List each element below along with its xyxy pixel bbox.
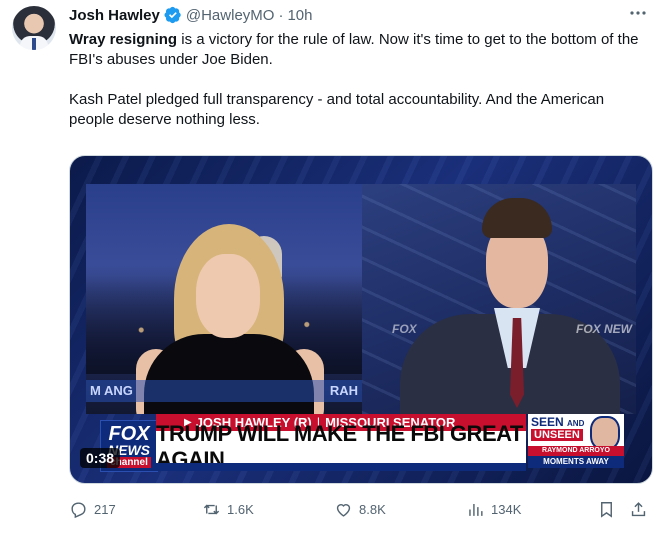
host-face xyxy=(196,254,260,338)
promo-seen-word: SEEN xyxy=(531,415,564,429)
tweet-bold-lead: Wray resigning xyxy=(69,31,178,48)
reply-icon xyxy=(71,501,86,518)
tweet-text: Wray resigning is a victory for the rule… xyxy=(69,30,649,130)
promo-seen: SEEN AND xyxy=(531,415,584,429)
news-chyron: FOX NEWS channel ▶ JOSH HAWLEY (R) | MIS… xyxy=(70,414,652,483)
host-dress xyxy=(144,334,314,414)
heart-icon xyxy=(336,503,351,517)
share-button[interactable] xyxy=(629,497,654,521)
tweet-paragraph-1: Wray resigning is a victory for the rule… xyxy=(69,30,649,70)
bookmark-icon xyxy=(601,501,612,518)
video-player[interactable]: M ANG RAH FOX FOX NEW FOX NEWS channel ▶… xyxy=(69,155,653,484)
promo-box: SEEN AND UNSEEN RAYMOND ARROYO MOMENTS A… xyxy=(528,414,624,468)
views-count: 134K xyxy=(491,501,522,517)
fox-watermark-right: FOX NEW xyxy=(576,322,632,336)
video-duration-badge: 0:38 xyxy=(80,448,121,468)
like-button[interactable]: 8.8K xyxy=(334,497,386,521)
repost-icon xyxy=(203,504,220,514)
separator-dot: · xyxy=(278,6,284,24)
left-pane-strip: M ANG RAH xyxy=(86,380,362,402)
left-strip-text-right: RAH xyxy=(329,383,358,398)
promo-moments-away: MOMENTS AWAY xyxy=(528,456,624,468)
tweet-timestamp[interactable]: 10h xyxy=(287,7,312,24)
like-count: 8.8K xyxy=(359,501,386,517)
repost-button[interactable]: 1.6K xyxy=(202,497,254,521)
tweet-paragraph-2: Kash Patel pledged full transparency - a… xyxy=(69,91,605,128)
tweet-card[interactable]: Josh Hawley @HawleyMO · 10h Wray resigni… xyxy=(0,0,670,537)
views-button[interactable]: 134K xyxy=(466,497,521,521)
author-handle[interactable]: @HawleyMO xyxy=(186,7,275,24)
fox-watermark-left: FOX xyxy=(392,322,417,336)
more-options-icon[interactable] xyxy=(628,4,648,22)
views-chart-icon xyxy=(469,503,483,516)
video-left-pane: M ANG RAH xyxy=(86,184,362,414)
reply-count: 217 xyxy=(94,501,116,517)
repost-count: 1.6K xyxy=(227,501,254,517)
video-right-pane: FOX FOX NEW xyxy=(362,184,636,414)
left-strip-text: M ANG xyxy=(90,383,133,398)
share-icon xyxy=(631,501,646,516)
avatar-tie xyxy=(32,38,36,50)
reply-button[interactable]: 217 xyxy=(69,497,116,521)
tweet-header: Josh Hawley @HawleyMO · 10h xyxy=(69,5,312,25)
avatar[interactable] xyxy=(12,6,56,50)
verified-badge-icon[interactable] xyxy=(164,6,182,24)
promo-and: AND xyxy=(567,419,585,428)
author-name[interactable]: Josh Hawley xyxy=(69,7,160,24)
chyron-headline: TRUMP WILL MAKE THE FBI GREAT AGAIN xyxy=(156,421,526,472)
bookmark-button[interactable] xyxy=(597,497,622,521)
tweet-actions: 217 1.6K 8.8K 134K xyxy=(69,497,651,521)
promo-host-name: RAYMOND ARROYO xyxy=(528,446,624,456)
fox-logo-line1: FOX xyxy=(108,422,150,445)
promo-host-photo xyxy=(590,416,620,450)
promo-unseen: UNSEEN xyxy=(531,429,583,441)
chyron-bottom-band xyxy=(156,463,526,471)
